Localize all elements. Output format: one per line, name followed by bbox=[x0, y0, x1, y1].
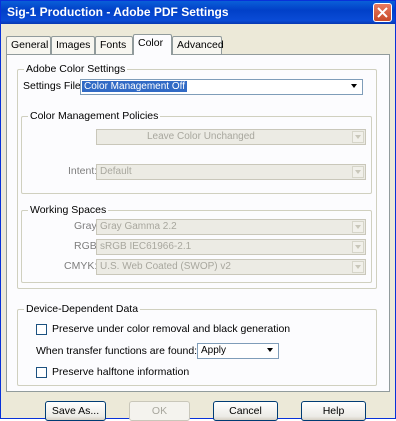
tab-color[interactable]: Color bbox=[133, 34, 172, 55]
tab-fonts[interactable]: Fonts bbox=[95, 36, 133, 54]
transfer-functions-dropdown-arrow[interactable] bbox=[265, 345, 277, 357]
intent-select[interactable]: Default bbox=[96, 164, 366, 180]
cmyk-value: U.S. Web Coated (SWOP) v2 bbox=[100, 261, 231, 272]
preserve-ucr-checkbox[interactable] bbox=[36, 324, 47, 335]
settings-file-label: Settings File: bbox=[23, 80, 84, 92]
policy-select[interactable]: Leave Color Unchanged bbox=[96, 129, 366, 145]
cmyk-dropdown-arrow[interactable] bbox=[352, 261, 364, 273]
transfer-functions-select[interactable]: Apply bbox=[197, 343, 279, 359]
intent-label: Intent: bbox=[68, 165, 98, 177]
color-management-policies-legend: Color Management Policies bbox=[28, 110, 161, 122]
cmyk-label: CMYK: bbox=[64, 260, 98, 272]
settings-file-select[interactable]: Color Management Off bbox=[80, 79, 363, 95]
gray-value: Gray Gamma 2.2 bbox=[100, 221, 177, 232]
chevron-down-icon bbox=[355, 265, 361, 269]
settings-file-value: Color Management Off bbox=[82, 81, 187, 92]
chevron-down-icon bbox=[267, 348, 273, 352]
transfer-functions-value: Apply bbox=[201, 345, 227, 356]
title-bar[interactable]: Sig-1 Production - Adobe PDF Settings bbox=[1, 1, 395, 24]
working-spaces-group: Working Spaces Gray: Gray Gamma 2.2 RGB:… bbox=[21, 204, 372, 283]
tab-general[interactable]: General bbox=[6, 36, 51, 54]
chevron-down-icon bbox=[351, 84, 357, 88]
window-title: Sig-1 Production - Adobe PDF Settings bbox=[7, 5, 229, 19]
policy-value: Leave Color Unchanged bbox=[147, 131, 255, 142]
rgb-select[interactable]: sRGB IEC61966-2.1 bbox=[96, 239, 366, 255]
working-spaces-legend: Working Spaces bbox=[28, 204, 109, 216]
intent-dropdown-arrow[interactable] bbox=[352, 166, 364, 178]
tab-images[interactable]: Images bbox=[51, 36, 95, 54]
save-as-button[interactable]: Save As... bbox=[45, 401, 106, 421]
rgb-value: sRGB IEC61966-2.1 bbox=[100, 241, 192, 252]
adobe-color-settings-legend: Adobe Color Settings bbox=[24, 63, 128, 75]
gray-dropdown-arrow[interactable] bbox=[352, 221, 364, 233]
chevron-down-icon bbox=[355, 245, 361, 249]
transfer-functions-label: When transfer functions are found: bbox=[36, 345, 198, 357]
adobe-color-settings-group: Adobe Color Settings Settings File: Colo… bbox=[17, 63, 377, 289]
color-management-policies-group: Color Management Policies Leave Color Un… bbox=[21, 110, 372, 194]
close-button[interactable] bbox=[373, 3, 392, 22]
intent-value: Default bbox=[100, 166, 132, 177]
close-icon bbox=[377, 7, 388, 18]
ok-button[interactable]: OK bbox=[129, 401, 190, 421]
device-dependent-data-legend: Device-Dependent Data bbox=[24, 303, 141, 315]
device-dependent-data-group: Device-Dependent Data Preserve under col… bbox=[17, 303, 377, 386]
preserve-ucr-label: Preserve under color removal and black g… bbox=[52, 323, 291, 335]
color-tab-panel: Adobe Color Settings Settings File: Colo… bbox=[6, 54, 390, 392]
pdf-settings-window: Sig-1 Production - Adobe PDF Settings Ge… bbox=[0, 0, 396, 421]
settings-file-dropdown-arrow[interactable] bbox=[349, 81, 361, 93]
tab-advanced[interactable]: Advanced bbox=[172, 36, 224, 54]
cancel-button[interactable]: Cancel bbox=[213, 401, 278, 421]
chevron-down-icon bbox=[355, 135, 361, 139]
preserve-halftone-label: Preserve halftone information bbox=[52, 366, 190, 378]
policy-dropdown-arrow[interactable] bbox=[352, 131, 364, 143]
preserve-halftone-checkbox[interactable] bbox=[36, 367, 47, 378]
help-button[interactable]: Help bbox=[301, 401, 366, 421]
cmyk-select[interactable]: U.S. Web Coated (SWOP) v2 bbox=[96, 259, 366, 275]
gray-select[interactable]: Gray Gamma 2.2 bbox=[96, 219, 366, 235]
rgb-dropdown-arrow[interactable] bbox=[352, 241, 364, 253]
chevron-down-icon bbox=[355, 170, 361, 174]
chevron-down-icon bbox=[355, 225, 361, 229]
